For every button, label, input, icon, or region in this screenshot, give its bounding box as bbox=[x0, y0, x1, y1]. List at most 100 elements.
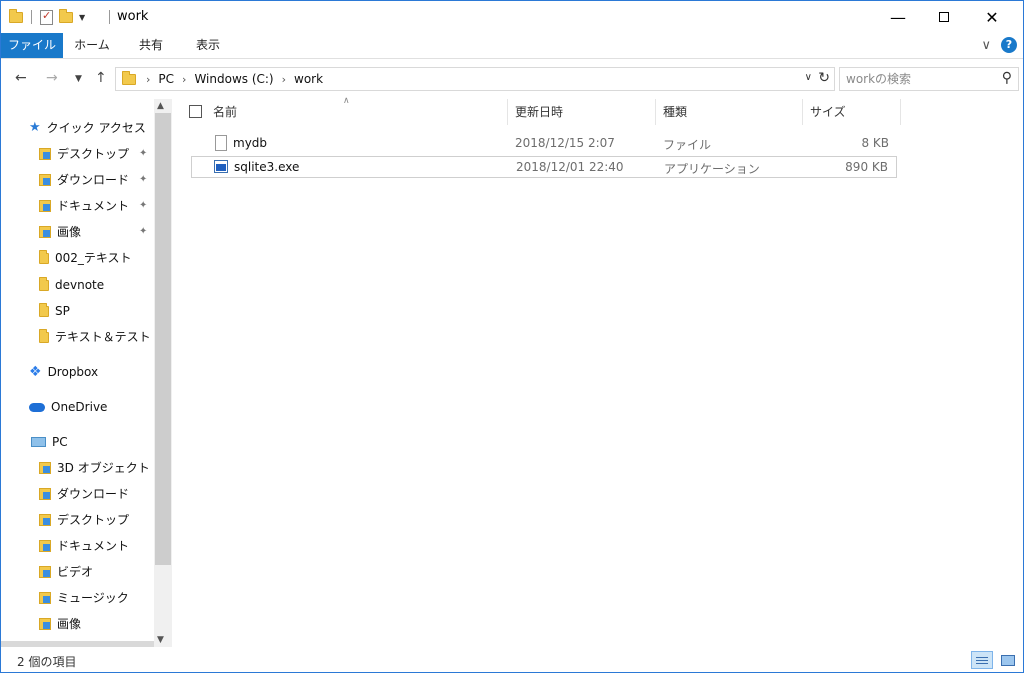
downloads-folder-icon bbox=[39, 488, 51, 500]
nav-item-devnote[interactable]: devnote bbox=[39, 273, 104, 297]
pin-icon[interactable]: ✦ bbox=[139, 148, 147, 159]
file-size: 890 KB bbox=[845, 160, 888, 174]
nav-quick-access[interactable]: ★ クイック アクセス bbox=[29, 116, 146, 140]
tab-home[interactable]: ホーム bbox=[63, 33, 121, 58]
file-icon bbox=[215, 135, 227, 151]
search-input[interactable] bbox=[846, 71, 986, 87]
tab-file[interactable]: ファイル bbox=[1, 33, 63, 58]
column-divider[interactable] bbox=[655, 99, 656, 125]
breadcrumb-work[interactable]: work bbox=[294, 72, 323, 86]
large-icons-view-button[interactable] bbox=[997, 651, 1019, 669]
minimize-button[interactable]: — bbox=[875, 1, 921, 33]
nav-label: 3D オブジェクト bbox=[57, 461, 150, 475]
back-button[interactable]: ← bbox=[15, 70, 27, 86]
nav-item-pc-pictures[interactable]: 画像 bbox=[39, 612, 81, 636]
tab-share[interactable]: 共有 bbox=[121, 33, 181, 58]
close-button[interactable]: ✕ bbox=[969, 1, 1015, 33]
file-row[interactable]: mydb 2018/12/15 2:07 ファイル 8 KB bbox=[191, 133, 897, 155]
status-bar: 2 個の項目 bbox=[1, 647, 1023, 672]
pin-icon[interactable]: ✦ bbox=[139, 226, 147, 237]
column-header-date[interactable]: 更新日時 bbox=[515, 99, 563, 125]
tab-view[interactable]: 表示 bbox=[181, 33, 235, 58]
help-icon[interactable]: ? bbox=[1001, 37, 1017, 53]
breadcrumb-pc[interactable]: PC bbox=[158, 72, 174, 86]
file-date: 2018/12/15 2:07 bbox=[515, 136, 615, 150]
nav-item-documents[interactable]: ドキュメント bbox=[39, 194, 129, 218]
3d-objects-folder-icon bbox=[39, 462, 51, 474]
nav-scrollbar[interactable]: ▲ ▼ bbox=[154, 99, 172, 647]
properties-icon[interactable] bbox=[40, 9, 53, 25]
nav-item-3d-objects[interactable]: 3D オブジェクト bbox=[39, 456, 150, 480]
maximize-button[interactable] bbox=[921, 1, 967, 33]
column-divider[interactable] bbox=[802, 99, 803, 125]
documents-folder-icon bbox=[39, 200, 51, 212]
nav-item-text-and-test[interactable]: テキスト＆テスト bbox=[39, 325, 151, 349]
file-list: ∧ 名前 更新日時 種類 サイズ mydb 2018/12/15 2:07 ファ… bbox=[173, 96, 1023, 647]
nav-item-videos[interactable]: ビデオ bbox=[39, 560, 93, 584]
column-header-type[interactable]: 種類 bbox=[663, 99, 687, 125]
nav-label: ドキュメント bbox=[57, 539, 130, 553]
nav-item-downloads[interactable]: ダウンロード bbox=[39, 168, 129, 192]
folder-icon bbox=[39, 276, 49, 291]
downloads-folder-icon bbox=[39, 174, 51, 186]
column-divider[interactable] bbox=[900, 99, 901, 125]
scroll-thumb[interactable] bbox=[155, 113, 171, 565]
nav-item-pc-documents[interactable]: ドキュメント bbox=[39, 534, 129, 558]
nav-item-music[interactable]: ミュージック bbox=[39, 586, 129, 610]
nav-item-sp[interactable]: SP bbox=[39, 299, 70, 323]
chevron-right-icon[interactable]: › bbox=[146, 73, 150, 86]
nav-onedrive[interactable]: OneDrive bbox=[29, 395, 107, 419]
nav-label: クイック アクセス bbox=[46, 121, 146, 135]
exe-icon bbox=[214, 160, 228, 173]
column-header-name[interactable]: 名前 bbox=[213, 99, 237, 125]
column-divider[interactable] bbox=[507, 99, 508, 125]
recent-locations-icon[interactable]: ▼ bbox=[75, 74, 82, 84]
onedrive-icon bbox=[29, 402, 45, 412]
scroll-down-icon[interactable]: ▼ bbox=[157, 635, 164, 645]
nav-label: 画像 bbox=[57, 225, 82, 239]
nav-label: ダウンロード bbox=[57, 173, 130, 187]
nav-label: テキスト＆テスト bbox=[55, 330, 151, 344]
breadcrumb-drive[interactable]: Windows (C:) bbox=[194, 72, 273, 86]
nav-item-pictures[interactable]: 画像 bbox=[39, 220, 81, 244]
customize-toolbar-icon[interactable]: ▼ bbox=[79, 13, 85, 22]
pin-icon[interactable]: ✦ bbox=[139, 200, 147, 211]
pictures-folder-icon bbox=[39, 618, 51, 630]
file-row[interactable]: sqlite3.exe 2018/12/01 22:40 アプリケーション 89… bbox=[191, 156, 897, 178]
expand-ribbon-icon[interactable]: ∨ bbox=[981, 38, 991, 53]
file-date: 2018/12/01 22:40 bbox=[516, 160, 624, 174]
nav-item-pc-desktop[interactable]: デスクトップ bbox=[39, 508, 129, 532]
window-title: work bbox=[117, 9, 149, 24]
new-folder-icon[interactable] bbox=[59, 8, 73, 23]
pictures-folder-icon bbox=[39, 226, 51, 238]
forward-button[interactable]: → bbox=[46, 70, 58, 86]
explorer-window: ▼ work — ✕ ファイル ホーム 共有 表示 ∨ ? ← → ▼ ↑ › … bbox=[0, 0, 1024, 673]
column-header-size[interactable]: サイズ bbox=[810, 99, 846, 125]
file-name: sqlite3.exe bbox=[234, 160, 300, 174]
folder-icon bbox=[39, 328, 49, 343]
nav-dropbox[interactable]: ❖ Dropbox bbox=[29, 360, 98, 384]
nav-item-desktop[interactable]: デスクトップ bbox=[39, 142, 129, 166]
chevron-right-icon[interactable]: › bbox=[182, 73, 186, 86]
dropbox-icon: ❖ bbox=[29, 364, 42, 380]
nav-item-002-text[interactable]: 002_テキスト bbox=[39, 246, 132, 270]
chevron-right-icon[interactable]: › bbox=[282, 73, 286, 86]
select-all-checkbox[interactable] bbox=[189, 105, 202, 118]
details-view-button[interactable] bbox=[971, 651, 993, 669]
nav-pc[interactable]: PC bbox=[31, 430, 68, 454]
nav-label: OneDrive bbox=[51, 400, 108, 414]
scroll-up-icon[interactable]: ▲ bbox=[157, 101, 164, 111]
address-history-icon[interactable]: ∨ bbox=[805, 72, 812, 83]
desktop-folder-icon bbox=[39, 514, 51, 526]
maximize-icon bbox=[939, 12, 949, 22]
refresh-icon[interactable]: ↻ bbox=[818, 70, 830, 86]
pin-icon[interactable]: ✦ bbox=[139, 174, 147, 185]
up-button[interactable]: ↑ bbox=[95, 70, 107, 86]
search-box[interactable]: ⚲ bbox=[839, 67, 1019, 91]
nav-label: PC bbox=[52, 435, 68, 449]
nav-item-pc-downloads[interactable]: ダウンロード bbox=[39, 482, 129, 506]
search-icon[interactable]: ⚲ bbox=[1002, 70, 1012, 86]
nav-label: 画像 bbox=[57, 617, 82, 631]
address-bar[interactable]: › PC › Windows (C:) › work ∨ ↻ bbox=[115, 67, 835, 91]
nav-label: ドキュメント bbox=[57, 199, 130, 213]
